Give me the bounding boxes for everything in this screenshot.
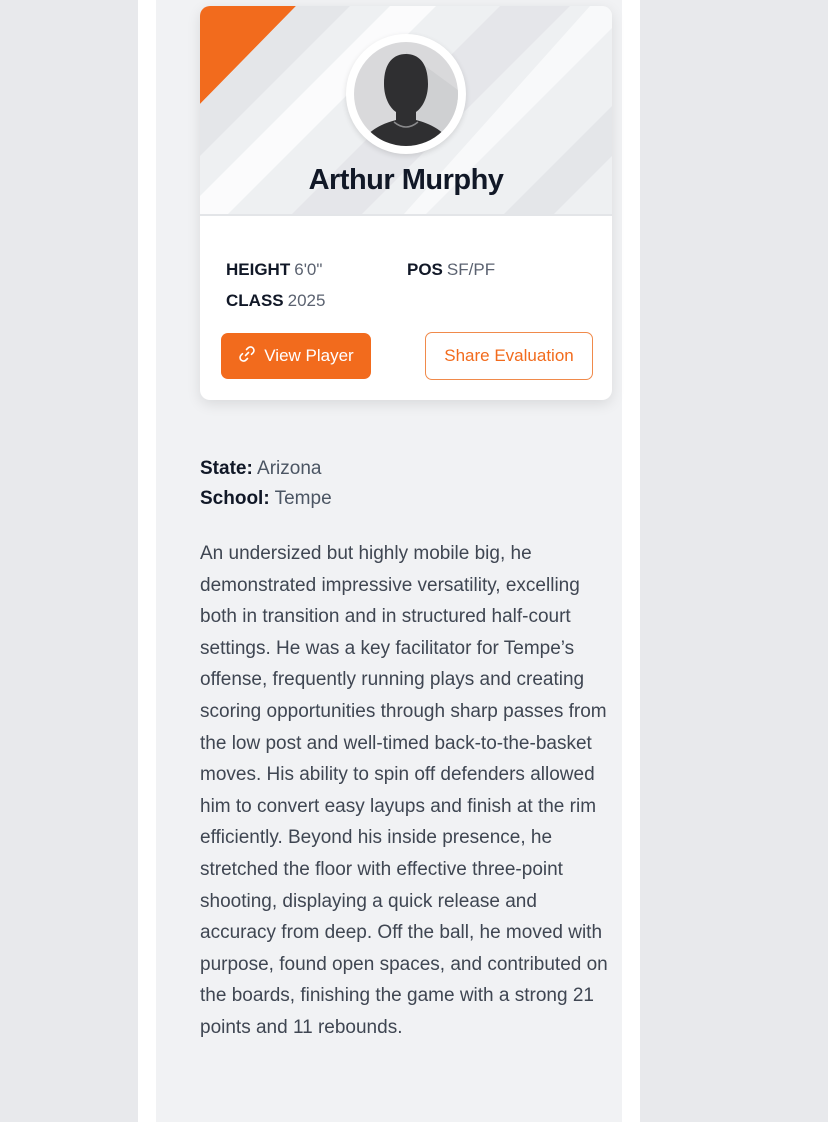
stat-position-label: POS xyxy=(407,260,443,279)
state-row: State: Arizona xyxy=(200,454,332,484)
view-player-button[interactable]: View Player xyxy=(221,333,371,379)
stat-height: HEIGHT 6'0" xyxy=(226,260,322,280)
link-icon xyxy=(238,345,256,368)
avatar xyxy=(346,34,466,154)
stat-class: CLASS 2025 xyxy=(226,291,325,311)
person-silhouette-icon xyxy=(354,42,458,146)
player-stats: HEIGHT 6'0" POS SF/PF CLASS 2025 xyxy=(226,258,596,328)
content-column: Arthur Murphy HEIGHT 6'0" POS SF/PF CLASS 2… xyxy=(138,0,640,1122)
content-panel: Arthur Murphy HEIGHT 6'0" POS SF/PF CLASS 2… xyxy=(156,0,622,1122)
school-row: School: Tempe xyxy=(200,484,332,514)
share-evaluation-button[interactable]: Share Evaluation xyxy=(425,332,593,380)
player-details: State: Arizona School: Tempe xyxy=(200,454,332,514)
stat-class-value: 2025 xyxy=(287,291,326,310)
stat-class-label: CLASS xyxy=(226,291,284,310)
stat-height-value: 6'0" xyxy=(294,260,323,279)
share-evaluation-label: Share Evaluation xyxy=(444,346,574,365)
stat-position-value: SF/PF xyxy=(446,260,496,279)
evaluation-text: An undersized but highly mobile big, he … xyxy=(200,543,608,1038)
player-card-header: Arthur Murphy xyxy=(200,6,612,216)
player-name: Arthur Murphy xyxy=(308,164,504,196)
player-card: Arthur Murphy HEIGHT 6'0" POS SF/PF CLASS 2… xyxy=(200,6,612,400)
stat-height-label: HEIGHT xyxy=(226,260,291,279)
state-label: State: xyxy=(200,458,253,479)
school-label: School: xyxy=(200,488,270,509)
stat-position: POS SF/PF xyxy=(407,260,495,280)
state-value: Arizona xyxy=(257,458,322,479)
view-player-label: View Player xyxy=(264,346,354,365)
school-value: Tempe xyxy=(274,488,332,509)
